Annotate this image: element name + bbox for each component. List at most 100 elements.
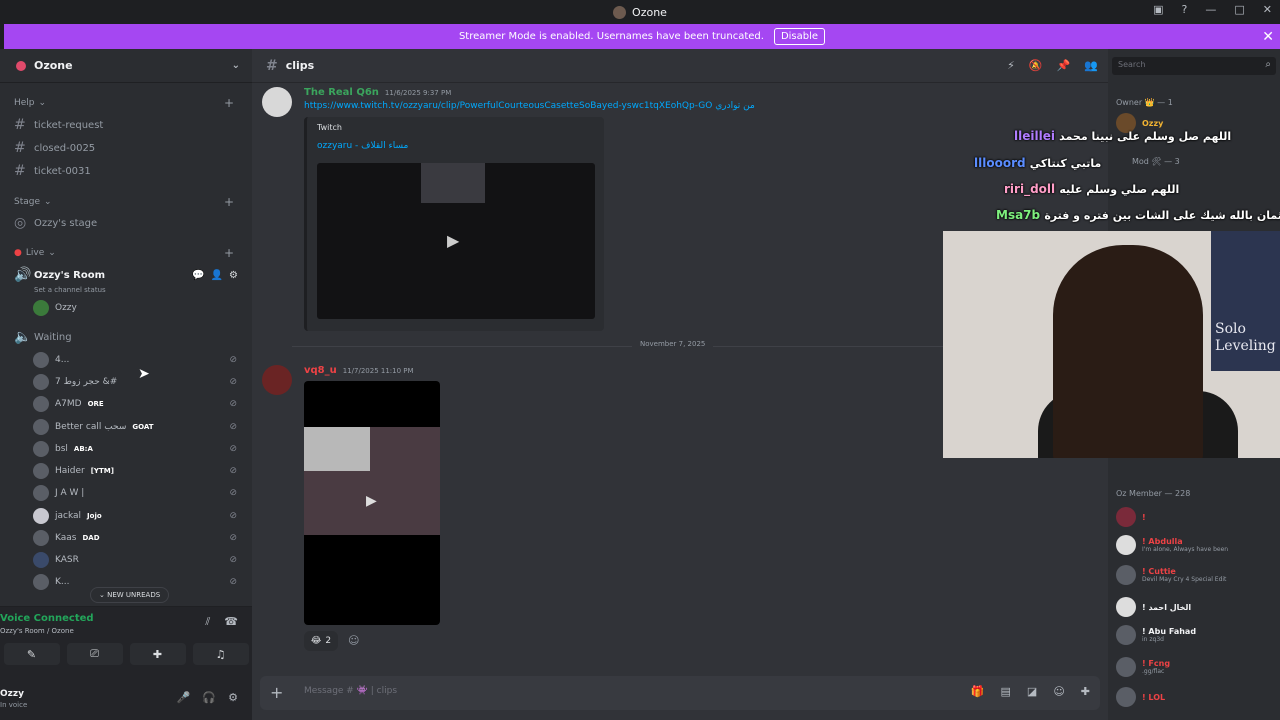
search-input[interactable]: Search ⌕ (1112, 57, 1276, 75)
channel-status[interactable]: Set a channel status (34, 286, 106, 294)
member-item[interactable]: ! (1116, 507, 1276, 527)
member-list-icon[interactable]: 👥 (1084, 59, 1098, 72)
camera-button[interactable]: ✎ (3, 643, 60, 665)
avatar[interactable] (262, 87, 292, 117)
member-item[interactable]: ! Abu Fahad in zq3d (1116, 625, 1276, 645)
microphone-icon[interactable]: 🎤 (177, 691, 191, 704)
close-icon[interactable]: ✕ (1262, 29, 1274, 45)
maximize-icon[interactable]: □ (1234, 3, 1244, 16)
avatar[interactable] (262, 365, 292, 395)
sticker-icon[interactable]: ◪ (1027, 685, 1037, 698)
play-icon[interactable]: ▶ (447, 231, 459, 250)
gear-icon[interactable]: ⚙ (228, 691, 238, 704)
avatar (33, 552, 49, 568)
channel-waiting[interactable]: 🔈 Waiting (14, 329, 244, 345)
chat-icon[interactable]: 💬 (192, 270, 204, 281)
add-channel-icon[interactable]: + (224, 195, 234, 209)
voice-user[interactable]: KASR ⊘ (33, 552, 243, 568)
voice-connected-label[interactable]: Voice Connected (0, 613, 94, 624)
help-icon[interactable]: ? (1182, 3, 1188, 16)
message-composer[interactable]: + Message # 👾 | clips 🎁 ▤ ◪ ☺ ✚ (260, 676, 1100, 710)
channel-closed[interactable]: # closed-0025 (14, 140, 244, 156)
video-attachment[interactable]: ▶ (304, 381, 440, 625)
play-icon[interactable]: ▶ (366, 493, 377, 509)
avatar (1116, 507, 1136, 527)
channel-label: Waiting (34, 331, 72, 343)
voice-user[interactable]: A7MD ORE ⊘ (33, 396, 243, 412)
voice-user-name: 4... (55, 355, 70, 365)
user-controls: 🎤 🎧 ⚙ (177, 691, 238, 704)
category-live[interactable]: ● Live ⌄ + (14, 246, 244, 260)
voice-user[interactable]: bsl AB:A ⊘ (33, 441, 243, 457)
avatar (33, 574, 49, 590)
soundboard-button[interactable]: ♫ (192, 643, 249, 665)
screen-share-button[interactable]: ⎚ (66, 643, 123, 665)
guild-header[interactable]: Ozone ⌄ (0, 49, 252, 83)
notifications-icon[interactable]: 🔕 (1029, 59, 1043, 72)
chat-overlay-line: Msa7b عثمان بالله شيك على الشات بين فتره… (996, 208, 1280, 222)
voice-user[interactable]: Ozzy (33, 300, 243, 316)
user-name[interactable]: Ozzy (0, 689, 24, 699)
streamer-mode-banner: Streamer Mode is enabled. Usernames have… (4, 24, 1280, 49)
threads-icon[interactable]: ⚡ (1007, 59, 1015, 72)
voice-user[interactable]: Kaas DAD ⊘ (33, 530, 243, 546)
composer-actions: 🎁 ▤ ◪ ☺ ✚ (971, 685, 1090, 698)
reaction[interactable]: 😂 2 (304, 631, 338, 651)
member-item[interactable]: ! الخال احمد (1116, 597, 1276, 617)
add-channel-icon[interactable]: + (224, 246, 234, 260)
voice-user[interactable]: Haider [YTM] ⊘ (33, 463, 243, 479)
search-placeholder: Search (1118, 60, 1146, 69)
user-status: In voice (0, 701, 28, 709)
disconnect-icon[interactable]: ☎ (224, 615, 238, 629)
inbox-icon[interactable]: ▣ (1153, 3, 1163, 16)
headphones-icon[interactable]: 🎧 (202, 691, 216, 704)
disable-streamer-button[interactable]: Disable (773, 28, 826, 45)
message-author[interactable]: vq8_u (304, 365, 337, 376)
channel-title: clips (285, 59, 315, 72)
activities-button[interactable]: ✚ (129, 643, 186, 665)
stage-icon: ◎ (14, 215, 27, 231)
embed-title[interactable]: ozzyaru - مساء القلاف (317, 141, 408, 151)
voice-location[interactable]: Ozzy's Room / Ozone (0, 627, 74, 635)
attach-plus-icon[interactable]: + (270, 683, 283, 702)
muted-icon: ⊘ (229, 399, 237, 409)
speaker-icon: 🔊 (14, 267, 32, 283)
new-unreads-button[interactable]: ⌄ NEW UNREADS (90, 587, 170, 603)
gear-icon[interactable]: ⚙ (229, 270, 238, 281)
voice-user[interactable]: jackal Jojo ⊘ (33, 508, 243, 524)
embed-thumbnail[interactable]: ▶ (317, 163, 595, 319)
channel-ozzys-room[interactable]: 🔊 Ozzy's Room 💬 👤 ⚙ (14, 267, 244, 283)
close-window-icon[interactable]: ✕ (1263, 3, 1272, 16)
gift-icon[interactable]: 🎁 (971, 685, 985, 698)
minimize-icon[interactable]: — (1205, 3, 1216, 16)
muted-icon: ⊘ (229, 466, 237, 476)
invite-icon[interactable]: 👤 (211, 270, 223, 281)
channel-stage[interactable]: ◎ Ozzy's stage (14, 215, 244, 231)
gif-icon[interactable]: ▤ (1001, 685, 1011, 698)
voice-user[interactable]: J A W | ⊘ (33, 485, 243, 501)
add-reaction-icon[interactable]: ☺ (348, 634, 359, 647)
channel-ticket-0031[interactable]: # ticket-0031 (14, 163, 244, 179)
member-item[interactable]: ! Cuttie Devil May Cry 4 Special Edit (1116, 565, 1276, 585)
message-link[interactable]: https://www.twitch.tv/ozzyaru/clip/Power… (304, 101, 755, 111)
member-name: ! (1142, 512, 1146, 522)
live-dot-icon: ● (14, 248, 22, 258)
category-help[interactable]: Help ⌄ + (14, 96, 244, 110)
message-author[interactable]: The Real Q6n (304, 87, 379, 98)
member-item[interactable]: ! LOL (1116, 687, 1276, 707)
category-stage[interactable]: Stage ⌄ + (14, 195, 244, 209)
channel-ticket-request[interactable]: # ticket-request (14, 117, 244, 133)
avatar (1116, 625, 1136, 645)
member-item[interactable]: ! Fcng .gg/flac (1116, 657, 1276, 677)
apps-icon[interactable]: ✚ (1081, 685, 1090, 698)
message-input[interactable]: Message # 👾 | clips (304, 686, 397, 696)
muted-icon: ⊘ (229, 533, 237, 543)
voice-user[interactable]: Better call سحب GOAT ⊘ (33, 419, 243, 435)
member-item[interactable]: ! Abdulla I'm alone, Always have been (1116, 535, 1276, 555)
pin-icon[interactable]: 📌 (1057, 59, 1071, 72)
chat-overlay-line: riri_doll اللهم صلي وسلم عليه (1004, 182, 1179, 196)
noise-suppression-icon[interactable]: ⫽ (205, 615, 210, 629)
chat-message: اللهم صل وسلم على نبينا محمد (1059, 130, 1232, 143)
emoji-icon[interactable]: ☺ (1053, 685, 1064, 698)
add-channel-icon[interactable]: + (224, 96, 234, 110)
